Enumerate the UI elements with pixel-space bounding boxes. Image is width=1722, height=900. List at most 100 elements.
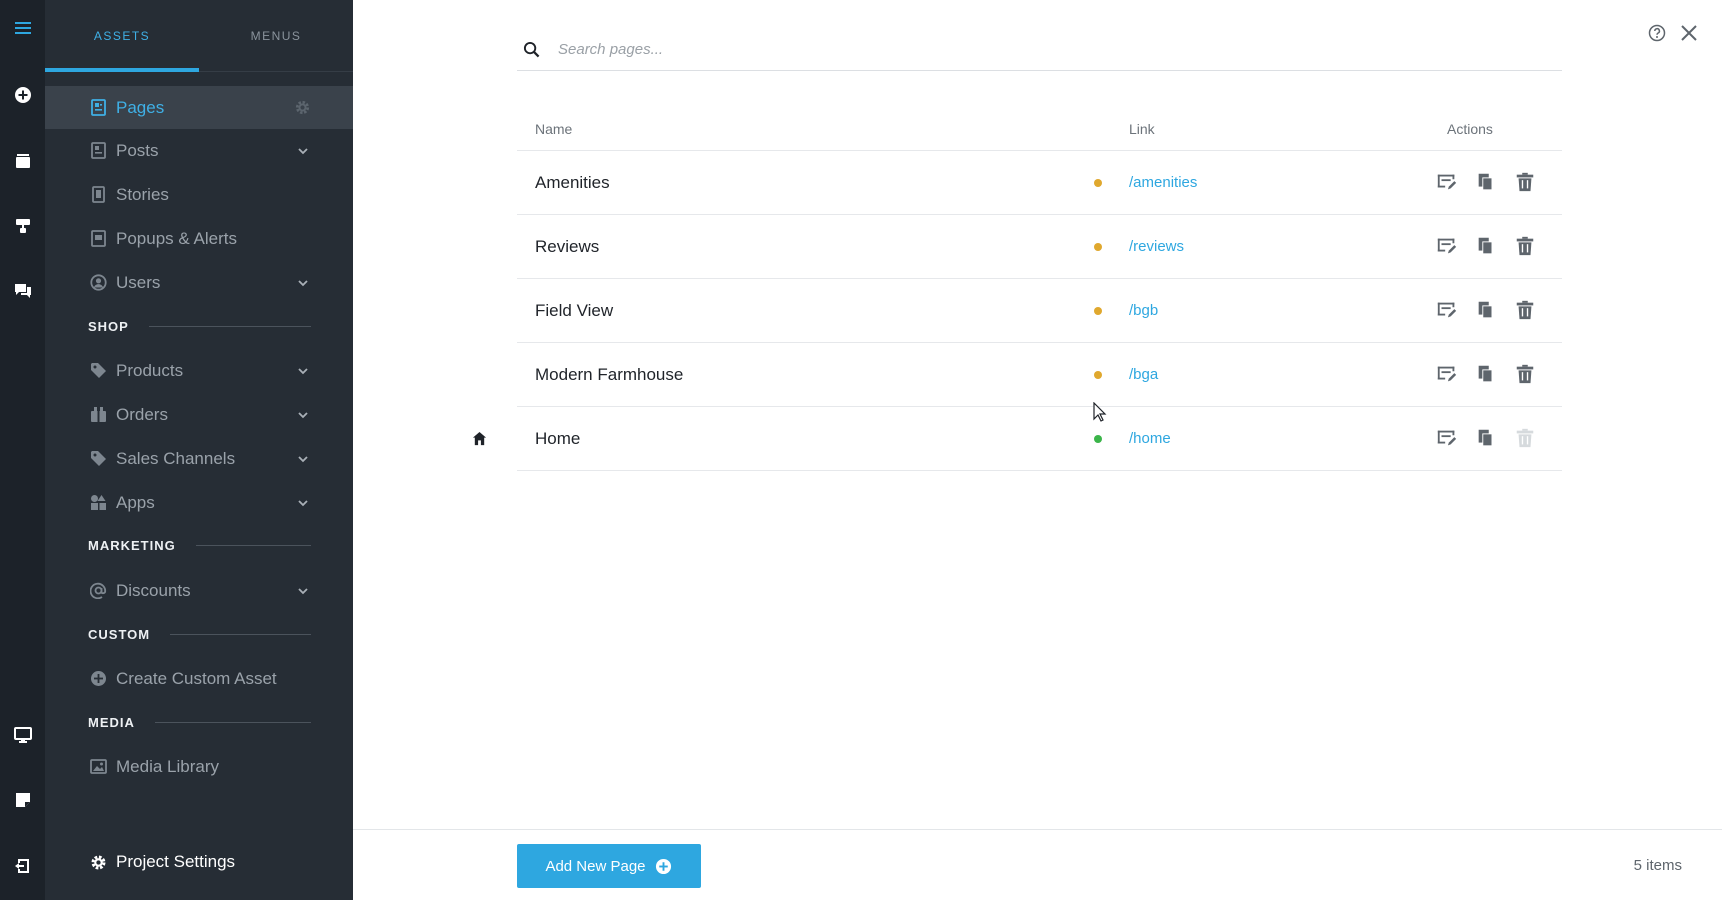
sidebar-item-orders[interactable]: Orders <box>45 393 353 436</box>
sidebar-item-label: Products <box>116 360 184 380</box>
page-link[interactable]: /home <box>1129 407 1171 470</box>
active-tab-indicator <box>45 68 199 72</box>
mouse-cursor-icon <box>1093 402 1107 422</box>
page-link[interactable]: /bga <box>1129 343 1158 406</box>
close-icon[interactable] <box>1678 22 1700 44</box>
add-new-page-label: Add New Page <box>545 857 646 875</box>
layers-icon[interactable] <box>0 141 45 181</box>
page-link[interactable]: /bgb <box>1129 279 1158 342</box>
sidebar-item-discounts[interactable]: Discounts <box>45 569 353 612</box>
project-settings-button[interactable]: Project Settings <box>45 840 353 884</box>
table-row[interactable]: Home /home <box>472 407 1562 471</box>
duplicate-icon[interactable] <box>1474 170 1498 194</box>
popup-icon <box>88 229 108 249</box>
table-row[interactable]: Modern Farmhouse /bga <box>517 343 1562 407</box>
table-row[interactable]: Amenities /amenities <box>517 151 1562 215</box>
comments-icon[interactable] <box>0 271 45 311</box>
chevron-down-icon[interactable] <box>296 452 310 466</box>
sidebar-item-label: Discounts <box>116 580 191 600</box>
edit-icon[interactable] <box>1435 170 1459 194</box>
trash-icon-disabled <box>1513 426 1537 450</box>
chevron-down-icon[interactable] <box>296 364 310 378</box>
search-bar <box>517 28 1562 71</box>
column-header-link[interactable]: Link <box>1129 106 1155 151</box>
trash-icon[interactable] <box>1513 298 1537 322</box>
sticky-note-icon[interactable] <box>0 780 45 820</box>
row-actions <box>1435 298 1537 322</box>
gear-icon[interactable] <box>293 99 311 117</box>
hamburger-menu-icon[interactable] <box>0 8 45 48</box>
duplicate-icon[interactable] <box>1474 298 1498 322</box>
sidebar-item-pages[interactable]: Pages <box>45 86 353 129</box>
tag-icon <box>88 361 108 381</box>
sidebar-item-media-library[interactable]: Media Library <box>45 745 353 788</box>
row-actions <box>1435 170 1537 194</box>
chevron-down-icon[interactable] <box>296 408 310 422</box>
row-actions <box>1435 234 1537 258</box>
gear-icon <box>88 852 108 872</box>
sidebar-item-apps[interactable]: Apps <box>45 481 353 524</box>
monitor-icon[interactable] <box>0 715 45 755</box>
chevron-down-icon[interactable] <box>296 276 310 290</box>
item-count: 5 items <box>1633 857 1682 874</box>
paint-roller-icon[interactable] <box>0 206 45 246</box>
tab-menus[interactable]: MENUS <box>199 0 353 72</box>
exit-icon[interactable] <box>0 846 45 886</box>
section-divider <box>195 544 311 546</box>
page-name: Amenities <box>535 172 610 192</box>
column-header-actions: Actions <box>1447 120 1493 137</box>
table-row[interactable]: Reviews /reviews <box>517 215 1562 279</box>
sidebar-item-label: Stories <box>116 184 169 204</box>
column-header-name[interactable]: Name <box>535 106 572 151</box>
edit-icon[interactable] <box>1435 298 1459 322</box>
sidebar-item-users[interactable]: Users <box>45 261 353 304</box>
section-header-shop: SHOP <box>88 316 311 336</box>
page-name: Reviews <box>535 236 600 256</box>
plus-circle-icon <box>655 857 673 875</box>
row-actions <box>1435 362 1537 386</box>
trash-icon[interactable] <box>1513 170 1537 194</box>
image-icon <box>88 757 108 777</box>
project-settings-label: Project Settings <box>116 852 236 871</box>
add-circle-icon[interactable] <box>0 75 45 115</box>
edit-icon[interactable] <box>1435 362 1459 386</box>
sidebar-item-label: Apps <box>116 492 155 512</box>
search-input[interactable] <box>558 40 1458 58</box>
table-row[interactable]: Field View /bgb <box>517 279 1562 343</box>
status-dot <box>1094 179 1102 187</box>
tab-assets[interactable]: ASSETS <box>45 0 199 72</box>
footer-bar: Add New Page 5 items <box>353 829 1722 900</box>
trash-icon[interactable] <box>1513 234 1537 258</box>
home-icon <box>470 429 488 447</box>
sidebar-item-label: Users <box>116 272 161 292</box>
status-dot <box>1094 307 1102 315</box>
duplicate-icon[interactable] <box>1474 426 1498 450</box>
page-link[interactable]: /amenities <box>1129 151 1197 214</box>
page-name: Modern Farmhouse <box>535 364 684 384</box>
section-divider <box>154 721 311 723</box>
sidebar-item-stories[interactable]: Stories <box>45 173 353 216</box>
sidebar-item-label: Popups & Alerts <box>116 228 237 248</box>
duplicate-icon[interactable] <box>1474 362 1498 386</box>
chevron-down-icon[interactable] <box>296 584 310 598</box>
section-divider <box>170 633 311 635</box>
add-new-page-button[interactable]: Add New Page <box>517 844 701 888</box>
edit-icon[interactable] <box>1435 426 1459 450</box>
chevron-down-icon[interactable] <box>296 144 310 158</box>
sidebar-item-posts[interactable]: Posts <box>45 129 353 172</box>
edit-icon[interactable] <box>1435 234 1459 258</box>
trash-icon[interactable] <box>1513 362 1537 386</box>
help-icon[interactable] <box>1646 22 1668 44</box>
pages-table: Name Link Actions Amenities /amenities R… <box>472 106 1562 471</box>
sidebar-item-popups[interactable]: Popups & Alerts <box>45 217 353 260</box>
sidebar-item-products[interactable]: Products <box>45 349 353 392</box>
chevron-down-icon[interactable] <box>296 496 310 510</box>
page-link[interactable]: /reviews <box>1129 215 1184 278</box>
duplicate-icon[interactable] <box>1474 234 1498 258</box>
pages-main: Name Link Actions Amenities /amenities R… <box>353 0 1722 900</box>
page-name: Field View <box>535 300 614 320</box>
sidebar-item-create-custom-asset[interactable]: Create Custom Asset <box>45 657 353 700</box>
sidebar-item-sales-channels[interactable]: Sales Channels <box>45 437 353 480</box>
at-sign-icon <box>88 581 108 601</box>
table-header: Name Link Actions <box>517 106 1562 151</box>
